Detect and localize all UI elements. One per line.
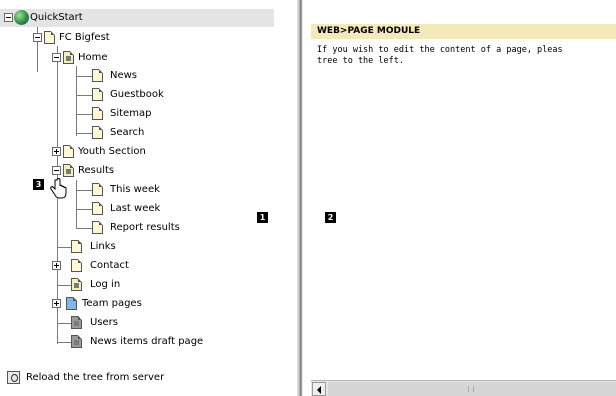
page-icon [92,202,103,215]
tree-item-team-pages[interactable]: Team pages [0,295,200,313]
tree-item-fc-bigfest[interactable]: FC Bigfest [0,29,200,47]
hand-cursor-icon [50,178,67,199]
tree-item-guestbook[interactable]: Guestbook [0,86,200,104]
callout-marker-1: 1 [257,212,268,223]
tree-item-news[interactable]: News [0,67,200,85]
tree-item-label: Guestbook [110,89,164,100]
tree-item-youth-section[interactable]: Youth Section [0,143,200,161]
collapse-icon[interactable] [52,166,61,175]
module-instructions-line: tree to the left. [317,56,404,66]
page-icon [92,107,103,120]
page-icon [71,240,82,253]
tree-item-label: This week [110,184,160,195]
page-icon [92,183,103,196]
reload-tree-link[interactable]: Reload the tree from server [0,368,297,388]
scrollbar-thumb[interactable] [328,382,616,396]
tree-item-users[interactable]: Users [0,314,200,332]
tree-item-label: Links [90,241,116,252]
tree-item-label: Contact [90,260,129,271]
page-icon [66,297,77,310]
page-icon [92,88,103,101]
tree-item-search[interactable]: Search [0,124,200,142]
expand-icon[interactable] [52,147,61,156]
tree-item-label: News [110,70,138,81]
tree-item-last-week[interactable]: Last week [0,200,200,218]
scroll-left-icon[interactable] [312,382,326,396]
page-icon [71,335,82,348]
globe-icon [14,10,29,25]
tree-item-label: Home [78,52,108,63]
tree-item-label: Results [78,165,115,176]
page-icon [71,316,82,329]
page-icon [71,278,82,291]
expand-icon[interactable] [52,299,61,308]
tree-item-report-results[interactable]: Report results [0,219,200,237]
horizontal-scrollbar[interactable] [311,380,616,396]
tree-item-this-week[interactable]: This week [0,181,200,199]
tree-root-label: QuickStart [30,12,83,23]
page-icon [92,69,103,82]
tree-item-sitemap[interactable]: Sitemap [0,105,200,123]
page-icon [63,51,74,64]
page-icon [44,31,55,44]
tree-root-row[interactable]: QuickStart [0,9,274,27]
tree-item-label: News items draft page [90,336,204,347]
callout-marker-2: 2 [325,212,336,223]
tree-item-label: Log in [90,279,121,290]
expand-icon[interactable] [52,261,61,270]
tree-item-label: Team pages [82,298,142,309]
tree-item-label: Sitemap [110,108,152,119]
collapse-icon[interactable] [4,13,13,22]
tree-item-contact[interactable]: Contact [0,257,200,275]
page-icon [71,259,82,272]
tree-item-label: Users [90,317,119,328]
module-instructions-line: If you wish to edit the content of a pag… [317,45,563,55]
page-icon [63,145,74,158]
tree-item-results[interactable]: Results [0,162,200,180]
collapse-icon[interactable] [33,33,42,42]
tree-item-label: Search [110,127,145,138]
scrollbar-grip [468,386,474,392]
reload-icon[interactable] [7,371,20,384]
callout-marker-3: 3 [33,179,44,190]
module-instructions: If you wish to edit the content of a pag… [317,45,616,67]
module-header: WEB>PAGE MODULE [311,24,616,39]
page-icon [63,164,74,177]
tree-item-label: Youth Section [78,146,146,157]
tree-item-label: FC Bigfest [59,32,110,43]
tree-item-label: Last week [110,203,161,214]
tree-item-label: Report results [110,222,180,233]
tree-item-log-in[interactable]: Log in [0,276,200,294]
page-icon [92,126,103,139]
content-pane: WEB>PAGE MODULE If you wish to edit the … [303,0,616,396]
tree-item-links[interactable]: Links [0,238,200,256]
tree-item-home[interactable]: Home [0,49,200,67]
reload-tree-label: Reload the tree from server [26,372,165,383]
tree-item-news-items-draft-page[interactable]: News items draft page [0,333,250,351]
page-icon [92,221,103,234]
collapse-icon[interactable] [52,53,61,62]
page-tree-pane: QuickStart FC Bigfest Home News Guestboo… [0,0,297,396]
